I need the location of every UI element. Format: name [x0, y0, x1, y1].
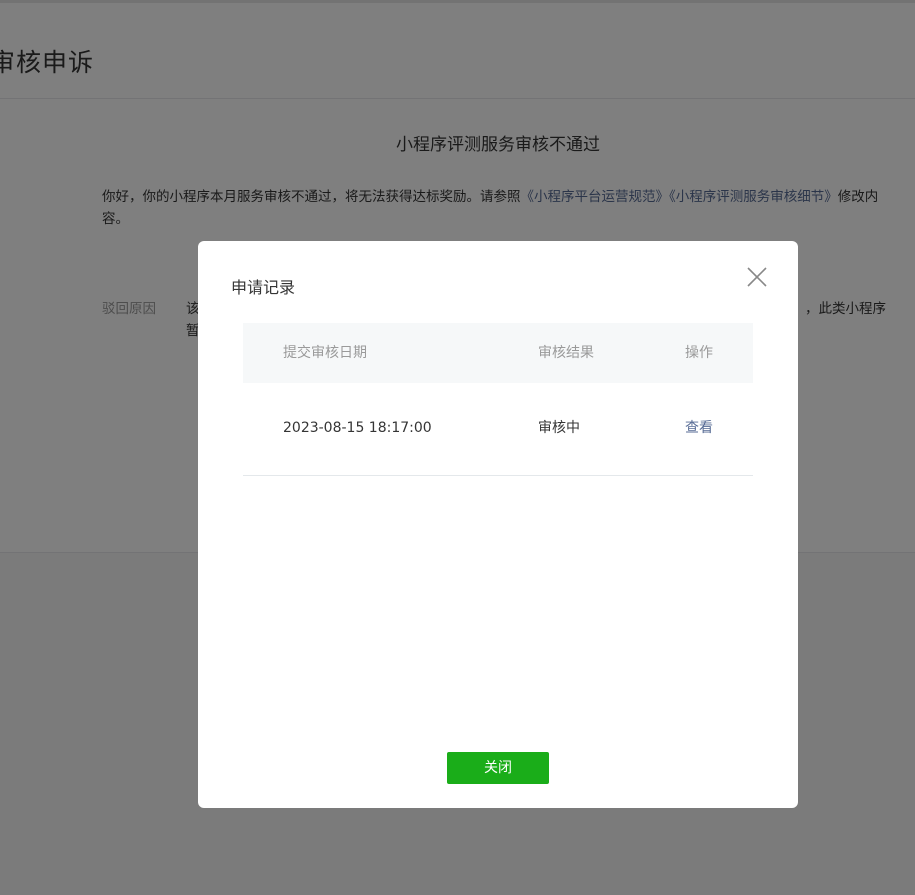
record-table: 提交审核日期 审核结果 操作 2023-08-15 18:17:00 审核中 查… — [243, 323, 753, 476]
header-review-result: 审核结果 — [538, 345, 594, 361]
table-row: 2023-08-15 18:17:00 审核中 查看 — [243, 383, 753, 476]
view-link[interactable]: 查看 — [685, 383, 713, 473]
table-header: 提交审核日期 审核结果 操作 — [243, 323, 753, 383]
row-review-result: 审核中 — [538, 420, 580, 436]
close-icon[interactable] — [746, 266, 768, 288]
header-submit-date: 提交审核日期 — [283, 345, 367, 361]
header-action: 操作 — [685, 345, 713, 361]
close-button[interactable]: 关闭 — [447, 752, 549, 784]
dialog-title: 申请记录 — [231, 278, 296, 297]
row-submit-date: 2023-08-15 18:17:00 — [283, 420, 432, 436]
application-record-dialog: 申请记录 提交审核日期 审核结果 操作 2023-08-15 18:17:00 … — [198, 241, 798, 808]
